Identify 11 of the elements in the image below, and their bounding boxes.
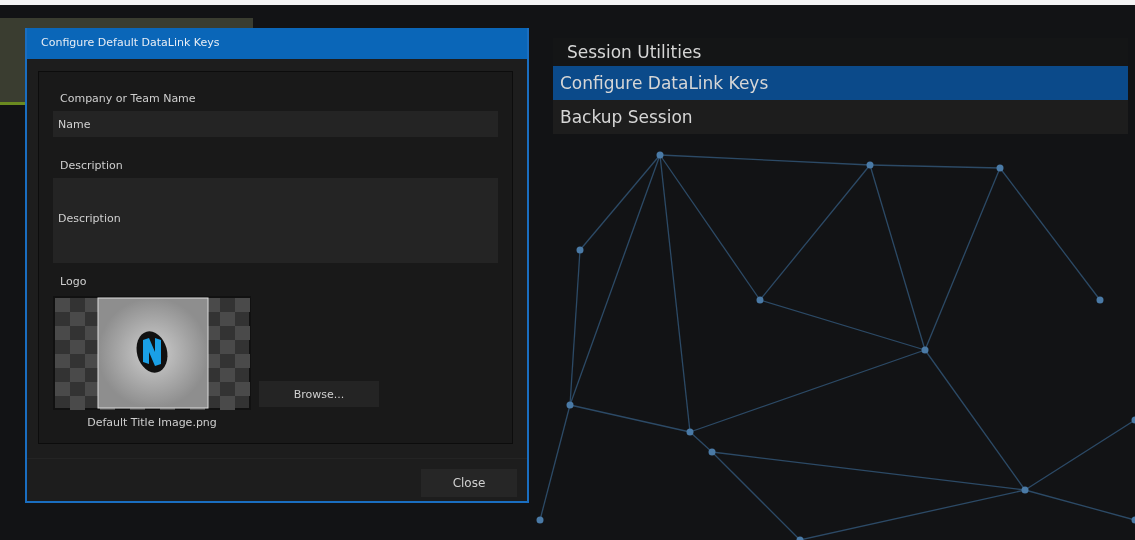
field-label: Company or Team Name <box>59 92 197 105</box>
menu-title: Session Utilities <box>553 38 1128 66</box>
field-label: Description <box>59 159 124 172</box>
browse-button[interactable]: Browse... <box>259 381 379 407</box>
logo-label: Logo <box>59 275 88 288</box>
menu-item[interactable]: Configure DataLink Keys <box>553 66 1128 100</box>
name-field[interactable]: Name <box>53 111 498 137</box>
description-field[interactable]: Description <box>53 178 498 263</box>
close-button[interactable]: Close <box>421 469 517 497</box>
file-name: Default Title Image.png <box>86 416 218 429</box>
dialog-title: Configure Default DataLink Keys <box>27 28 527 59</box>
